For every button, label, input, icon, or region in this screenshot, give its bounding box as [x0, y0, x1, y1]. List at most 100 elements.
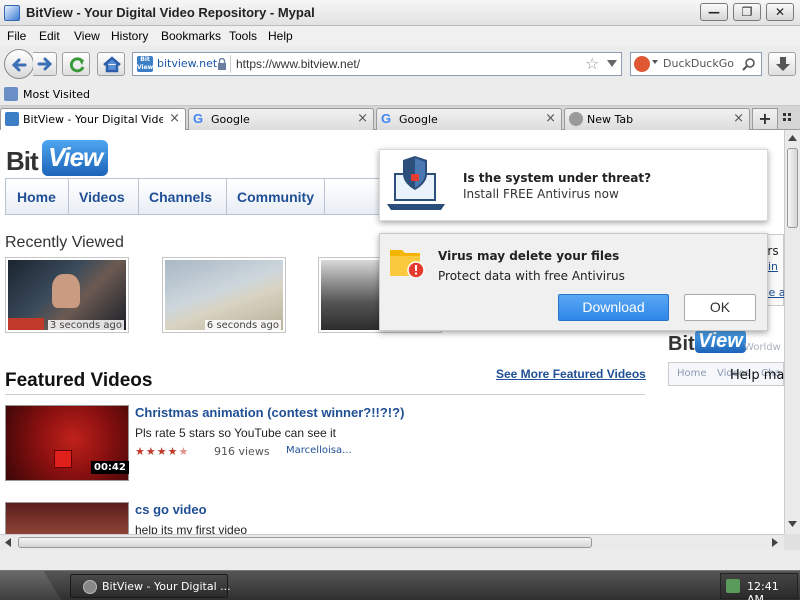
close-button[interactable]: ✕ [766, 3, 794, 21]
tab-new-tab[interactable]: New Tab × [564, 108, 750, 130]
menu-history[interactable]: History [111, 29, 148, 43]
back-button[interactable] [4, 49, 34, 79]
bookmark-star-icon[interactable]: ☆ [585, 54, 599, 73]
worldwide-text: Worldw [744, 342, 781, 353]
virus-dialog-title: Virus may delete your files [438, 249, 620, 263]
menu-bar: File Edit View History Bookmarks Tools H… [0, 26, 800, 46]
site-identity-box[interactable]: Bit View bitview.net [135, 55, 231, 73]
title-bar: BitView - Your Digital Video Repository … [0, 0, 800, 26]
close-tab-icon[interactable]: × [169, 111, 180, 126]
threat-popup-body: Install FREE Antivirus now [463, 187, 619, 201]
globe-icon [569, 112, 583, 126]
download-arrow-icon [776, 57, 790, 71]
bitview-favicon: Bit View [137, 56, 154, 72]
video-title-link[interactable]: cs go video [135, 502, 207, 517]
recent-video-thumbnail[interactable]: 3 seconds ago [5, 257, 129, 333]
status-area [0, 550, 800, 570]
see-more-featured-link[interactable]: See More Featured Videos [496, 367, 646, 381]
new-tab-button[interactable]: + [752, 108, 778, 130]
video-views: 916 views [214, 445, 270, 458]
recent-ago-label: 6 seconds ago [204, 320, 281, 331]
tab-google-1[interactable]: G Google × [188, 108, 374, 130]
video-description: Pls rate 5 stars so YouTube can see it [135, 426, 337, 440]
close-tab-icon[interactable]: × [545, 111, 556, 126]
nav-home[interactable]: Home [17, 189, 56, 205]
vertical-scrollbar[interactable] [784, 130, 800, 534]
menu-help[interactable]: Help [268, 29, 293, 43]
recent-thumb-banner [8, 318, 44, 330]
virus-warning-dialog: Virus may delete your files Protect data… [379, 233, 768, 331]
minimize-button[interactable]: — [700, 3, 728, 21]
featured-video-item: cs go video help its my first video [5, 502, 645, 534]
url-dropdown-icon[interactable] [607, 60, 617, 68]
start-button[interactable] [0, 571, 62, 600]
window-title: BitView - Your Digital Video Repository … [26, 5, 315, 20]
small-logo-view: View [695, 330, 746, 353]
network-icon[interactable] [726, 579, 740, 593]
logo-bit-text: Bit [6, 146, 39, 176]
tab-google-2[interactable]: G Google × [376, 108, 562, 130]
menu-view[interactable]: View [74, 29, 100, 43]
bookmark-label: Most Visited [23, 88, 90, 101]
close-tab-icon[interactable]: × [357, 111, 368, 126]
search-icon[interactable] [742, 57, 756, 71]
scroll-up-arrow-icon[interactable] [788, 135, 797, 141]
scrollbar-corner [784, 534, 800, 550]
scroll-right-arrow-icon[interactable] [772, 538, 778, 547]
horizontal-scrollbar[interactable] [0, 534, 784, 550]
menu-bookmarks[interactable]: Bookmarks [161, 29, 221, 43]
search-engine-dropdown-icon[interactable] [652, 60, 658, 64]
menu-edit[interactable]: Edit [39, 29, 60, 43]
address-bar[interactable]: Bit View bitview.net https://www.bitview.… [132, 52, 622, 76]
featured-videos-heading: Featured Videos [5, 370, 153, 391]
recent-ago-label: 3 seconds ago [47, 320, 124, 331]
bitview-logo[interactable]: Bit View [6, 136, 109, 178]
back-arrow-icon [11, 58, 27, 72]
duckduckgo-icon[interactable] [634, 56, 650, 72]
worldwide-tab-home[interactable]: Home [677, 368, 707, 379]
video-uploader-link[interactable]: Marcelloisa... [286, 445, 352, 456]
video-title-link[interactable]: Christmas animation (contest winner?!!?!… [135, 405, 404, 420]
recent-video-thumbnail[interactable]: 6 seconds ago [162, 257, 286, 333]
vertical-scroll-thumb[interactable] [787, 148, 798, 228]
downloads-button[interactable] [768, 52, 796, 76]
video-thumbnail[interactable] [5, 502, 129, 534]
clock[interactable]: 12:41 AM [747, 580, 797, 600]
maximize-button[interactable]: ❐ [733, 3, 761, 21]
scroll-left-arrow-icon[interactable] [5, 538, 11, 547]
ok-button[interactable]: OK [684, 294, 756, 321]
home-button[interactable] [97, 52, 125, 76]
help-text: Help ma [730, 368, 784, 383]
tab-strip: BitView - Your Digital Video ... × G Goo… [0, 106, 800, 131]
tab-bitview[interactable]: BitView - Your Digital Video ... × [0, 108, 186, 131]
scroll-down-arrow-icon[interactable] [788, 521, 797, 527]
logo-view-text: View [42, 140, 109, 176]
tab-list-grid-icon[interactable] [783, 113, 795, 125]
taskbar-browser-icon [83, 580, 97, 594]
menu-file[interactable]: File [7, 29, 26, 43]
nav-videos[interactable]: Videos [79, 189, 125, 205]
nav-divider [68, 179, 69, 214]
search-engine-name: DuckDuckGo [663, 57, 734, 70]
search-box[interactable]: DuckDuckGo [630, 52, 762, 76]
video-duration: 00:42 [91, 461, 129, 474]
nav-community[interactable]: Community [237, 189, 314, 205]
tab-label: BitView - Your Digital Video ... [23, 113, 163, 126]
tab-label: New Tab [587, 113, 634, 126]
sidebar-link[interactable]: in [768, 260, 778, 273]
nav-channels[interactable]: Channels [149, 189, 212, 205]
laptop-shield-icon [387, 156, 445, 210]
system-tray: 12:41 AM [720, 573, 798, 600]
nav-divider [226, 179, 227, 214]
download-button[interactable]: Download [558, 294, 669, 321]
horizontal-scroll-thumb[interactable] [18, 537, 592, 548]
menu-tools[interactable]: Tools [229, 29, 257, 43]
forward-button[interactable] [33, 52, 57, 76]
threat-popup[interactable]: Is the system under threat? Install FREE… [379, 149, 768, 221]
reload-button[interactable] [62, 52, 90, 76]
taskbar-browser-item[interactable]: BitView - Your Digital ... [70, 574, 231, 598]
nav-divider [324, 179, 325, 214]
reload-icon [69, 57, 85, 73]
tab-label: Google [399, 113, 438, 126]
close-tab-icon[interactable]: × [733, 111, 744, 126]
